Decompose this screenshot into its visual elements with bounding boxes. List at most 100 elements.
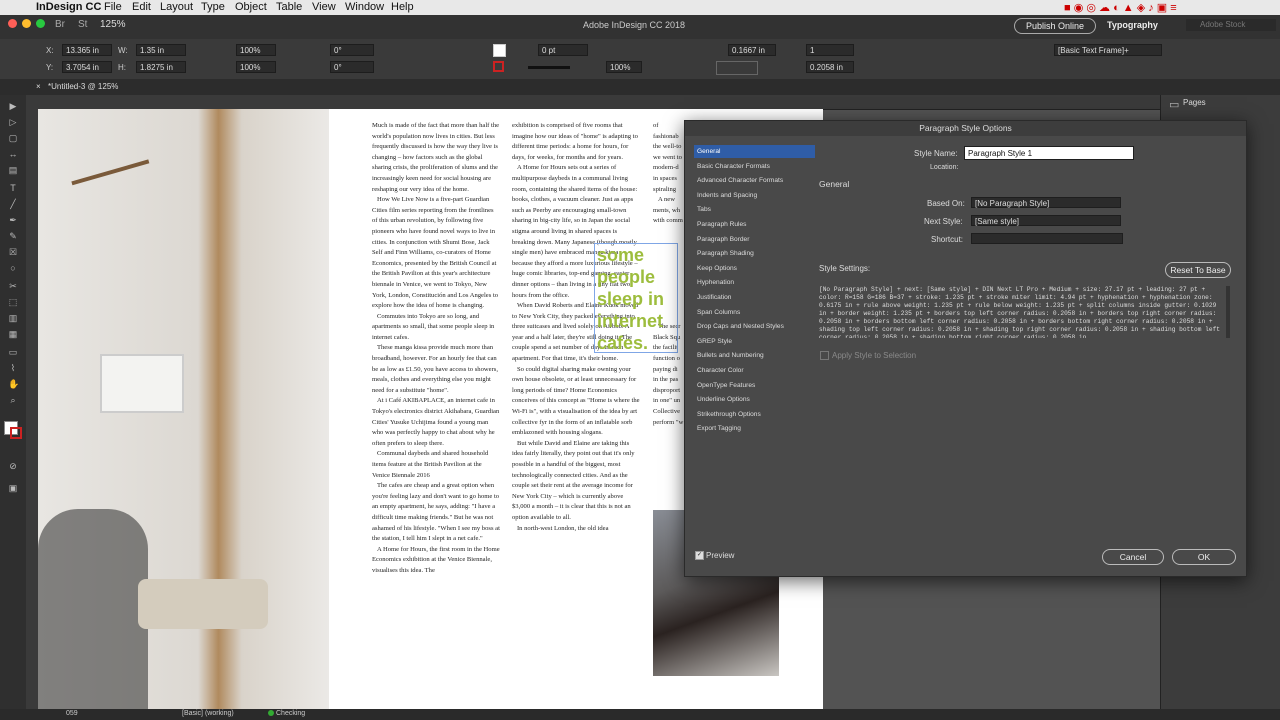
stock-icon[interactable]: St bbox=[78, 19, 87, 30]
opacity-field[interactable]: 100% bbox=[606, 61, 642, 73]
menu-view[interactable]: View bbox=[312, 1, 336, 13]
zoom-tool-icon[interactable]: ⌕ bbox=[8, 395, 18, 405]
text-column-1[interactable]: Much is made of the fact that more than … bbox=[372, 121, 500, 681]
object-style-dropdown[interactable]: [Basic Text Frame]+ bbox=[1054, 44, 1162, 56]
category-export-tagging[interactable]: Export Tagging bbox=[694, 422, 815, 435]
menu-edit[interactable]: Edit bbox=[132, 1, 151, 13]
publish-online-button[interactable]: Publish Online bbox=[1014, 18, 1096, 34]
preflight-status[interactable]: Checking bbox=[276, 710, 305, 717]
category-tabs[interactable]: Tabs bbox=[694, 203, 815, 216]
scissors-tool-icon[interactable]: ✂ bbox=[8, 281, 18, 291]
category-character-color[interactable]: Character Color bbox=[694, 364, 815, 377]
free-transform-tool-icon[interactable]: ⬚ bbox=[8, 297, 18, 307]
width-field[interactable]: 1.35 in bbox=[136, 44, 186, 56]
scale-x-field[interactable]: 100% bbox=[236, 44, 276, 56]
shear-angle-field[interactable]: 0° bbox=[330, 61, 374, 73]
stock-search-input[interactable]: Adobe Stock bbox=[1186, 19, 1276, 31]
tab-close-icon[interactable]: × bbox=[36, 82, 41, 91]
menu-layout[interactable]: Layout bbox=[160, 1, 193, 13]
category-basic-character-formats[interactable]: Basic Character Formats bbox=[694, 160, 815, 173]
offset-field[interactable]: 0.1667 in bbox=[728, 44, 776, 56]
menu-object[interactable]: Object bbox=[235, 1, 267, 13]
note-tool-icon[interactable]: ▭ bbox=[8, 347, 18, 357]
category-bullets-numbering[interactable]: Bullets and Numbering bbox=[694, 349, 815, 362]
category-paragraph-rules[interactable]: Paragraph Rules bbox=[694, 218, 815, 231]
reset-to-base-button[interactable]: Reset To Base bbox=[1165, 262, 1231, 278]
eyedropper-tool-icon[interactable]: ⌇ bbox=[8, 363, 18, 373]
columns-field[interactable]: 1 bbox=[806, 44, 854, 56]
category-paragraph-shading[interactable]: Paragraph Shading bbox=[694, 247, 815, 260]
next-style-dropdown[interactable]: [Same style] bbox=[971, 215, 1121, 226]
zoom-level[interactable]: 125% bbox=[100, 19, 126, 30]
height-field[interactable]: 1.8275 in bbox=[136, 61, 186, 73]
y-field[interactable]: 3.7054 in bbox=[62, 61, 112, 73]
category-underline-options[interactable]: Underline Options bbox=[694, 393, 815, 406]
category-paragraph-border[interactable]: Paragraph Border bbox=[694, 233, 815, 246]
document-tab[interactable]: *Untitled-3 @ 125% bbox=[48, 82, 118, 91]
stroke-color-icon[interactable] bbox=[10, 427, 22, 439]
bridge-icon[interactable]: Br bbox=[55, 19, 65, 30]
minimize-window-icon[interactable] bbox=[22, 19, 31, 28]
workspace-switcher[interactable]: Typography bbox=[1107, 20, 1158, 30]
pencil-tool-icon[interactable]: ✎ bbox=[8, 231, 18, 241]
vertical-ruler[interactable] bbox=[26, 109, 38, 709]
direct-selection-tool-icon[interactable]: ▷ bbox=[8, 117, 18, 127]
menu-type[interactable]: Type bbox=[201, 1, 225, 13]
ellipse-tool-icon[interactable]: ○ bbox=[8, 263, 18, 273]
category-advanced-character-formats[interactable]: Advanced Character Formats bbox=[694, 174, 815, 187]
category-grep-style[interactable]: GREP Style bbox=[694, 335, 815, 348]
category-general[interactable]: General bbox=[694, 145, 815, 158]
category-indents-and-spacing[interactable]: Indents and Spacing bbox=[694, 189, 815, 202]
category-hyphenation[interactable]: Hyphenation bbox=[694, 276, 815, 289]
line-tool-icon[interactable]: ╱ bbox=[8, 199, 18, 209]
close-window-icon[interactable] bbox=[8, 19, 17, 28]
status-icons[interactable]: ■ ◉ ◎ ☁ ◐ ▲ ◈ ♪ ▣ ≡ bbox=[1064, 1, 1177, 14]
shortcut-input[interactable] bbox=[971, 233, 1123, 244]
stroke-swatch[interactable] bbox=[493, 61, 504, 72]
app-menu[interactable]: InDesign CC bbox=[36, 1, 101, 13]
category-drop-caps-nested-styles[interactable]: Drop Caps and Nested Styles bbox=[694, 320, 815, 333]
apply-none-icon[interactable]: ⊘ bbox=[8, 461, 18, 471]
preview-checkbox[interactable]: ✓ bbox=[695, 551, 704, 560]
page-tool-icon[interactable]: ▢ bbox=[8, 133, 18, 143]
style-name-input[interactable]: Paragraph Style 1 bbox=[964, 146, 1134, 160]
fill-swatch[interactable] bbox=[493, 44, 506, 57]
apply-style-checkbox[interactable] bbox=[820, 351, 829, 360]
horizontal-ruler[interactable] bbox=[26, 95, 1160, 110]
rotation-angle-field[interactable]: 0° bbox=[330, 44, 374, 56]
gradient-tool-icon[interactable]: ▥ bbox=[8, 313, 18, 323]
settings-scrollbar[interactable] bbox=[1226, 286, 1230, 338]
category-keep-options[interactable]: Keep Options bbox=[694, 262, 815, 275]
maximize-window-icon[interactable] bbox=[36, 19, 45, 28]
master-status[interactable]: [Basic] (working) bbox=[182, 710, 234, 717]
rectangle-frame-tool-icon[interactable]: ☒ bbox=[8, 247, 18, 257]
category-opentype-features[interactable]: OpenType Features bbox=[694, 379, 815, 392]
pages-icon[interactable]: ▭ bbox=[1169, 98, 1179, 111]
menu-file[interactable]: File bbox=[104, 1, 122, 13]
scale-y-field[interactable]: 100% bbox=[236, 61, 276, 73]
category-justification[interactable]: Justification bbox=[694, 291, 815, 304]
category-span-columns[interactable]: Span Columns bbox=[694, 306, 815, 319]
cancel-button[interactable]: Cancel bbox=[1102, 549, 1164, 565]
based-on-dropdown[interactable]: [No Paragraph Style] bbox=[971, 197, 1121, 208]
gradient-feather-tool-icon[interactable]: ▦ bbox=[8, 329, 18, 339]
stroke-weight-field[interactable]: 0 pt bbox=[538, 44, 588, 56]
menu-help[interactable]: Help bbox=[391, 1, 414, 13]
gutter-field[interactable]: 0.2058 in bbox=[806, 61, 854, 73]
pages-panel-tab[interactable]: Pages bbox=[1183, 98, 1206, 107]
category-strikethrough-options[interactable]: Strikethrough Options bbox=[694, 408, 815, 421]
hand-tool-icon[interactable]: ✋ bbox=[8, 379, 19, 389]
selection-tool-icon[interactable]: ▶ bbox=[8, 101, 18, 111]
stroke-type-dropdown[interactable] bbox=[528, 66, 570, 69]
selected-text-frame[interactable]: some people sleep in internet cafes. bbox=[594, 243, 678, 353]
menu-window[interactable]: Window bbox=[345, 1, 384, 13]
page-number-field[interactable]: 059 bbox=[66, 710, 78, 717]
text-column-2[interactable]: exhibition is comprised of five rooms th… bbox=[512, 121, 640, 681]
content-collector-icon[interactable]: ▤ bbox=[8, 165, 18, 175]
x-field[interactable]: 13.365 in bbox=[62, 44, 112, 56]
type-tool-icon[interactable]: T bbox=[8, 183, 18, 193]
gap-tool-icon[interactable]: ↔ bbox=[8, 149, 18, 159]
screen-mode-icon[interactable]: ▣ bbox=[8, 483, 18, 493]
pen-tool-icon[interactable]: ✒ bbox=[8, 215, 18, 225]
ok-button[interactable]: OK bbox=[1172, 549, 1236, 565]
